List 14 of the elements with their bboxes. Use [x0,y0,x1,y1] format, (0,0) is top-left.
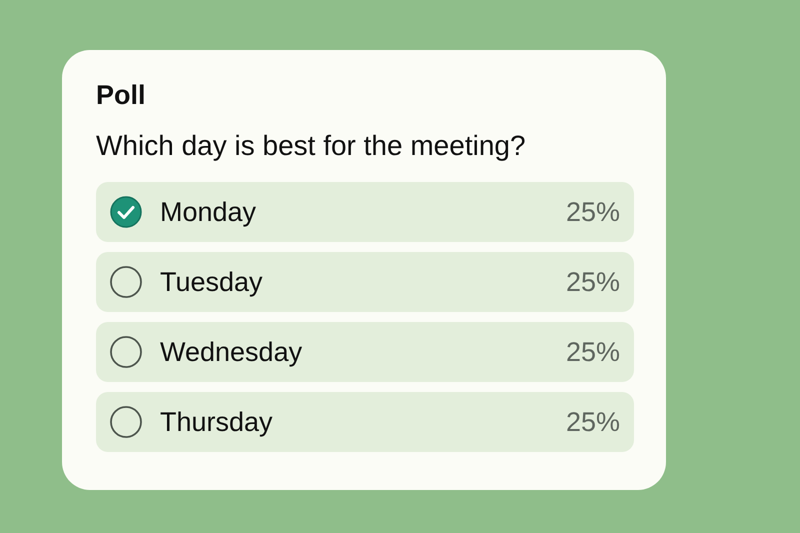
option-label: Thursday [160,406,273,439]
poll-option[interactable]: Thursday 25% [96,392,634,452]
poll-option[interactable]: Tuesday 25% [96,252,634,312]
poll-option[interactable]: Wednesday 25% [96,322,634,382]
poll-option[interactable]: Monday 25% [96,182,634,242]
option-percent: 25% [566,336,620,369]
option-percent: 25% [566,266,620,299]
option-percent: 25% [566,196,620,229]
option-label: Monday [160,196,256,229]
poll-title: Poll [96,79,146,112]
option-label: Tuesday [160,266,263,299]
option-percent: 25% [566,406,620,439]
option-label: Wednesday [160,336,302,369]
poll-question: Which day is best for the meeting? [96,129,526,163]
